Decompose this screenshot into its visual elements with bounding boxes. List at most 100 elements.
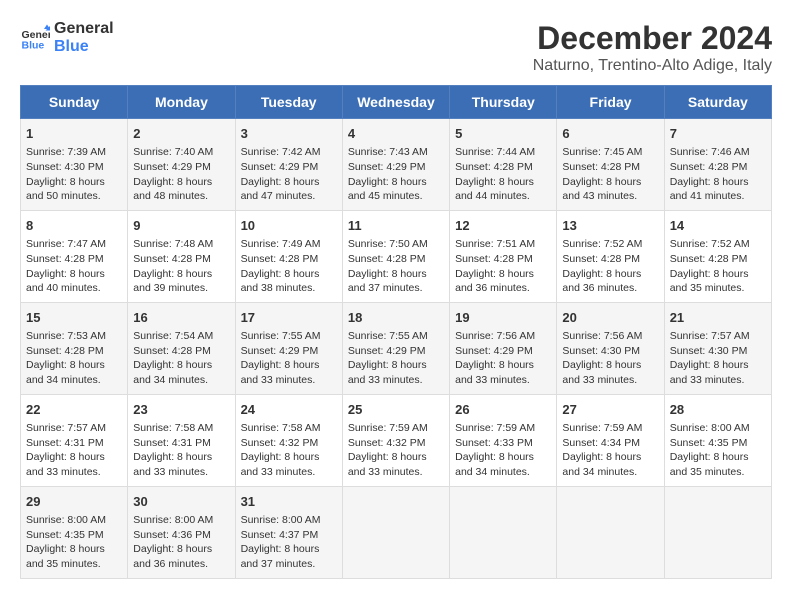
day-number: 25 bbox=[348, 401, 444, 419]
sunrise-text: Sunrise: 7:50 AM bbox=[348, 238, 428, 250]
sunrise-text: Sunrise: 7:47 AM bbox=[26, 238, 106, 250]
day-number: 28 bbox=[670, 401, 766, 419]
day-number: 16 bbox=[133, 309, 229, 327]
sunrise-text: Sunrise: 7:59 AM bbox=[348, 422, 428, 434]
day-number: 21 bbox=[670, 309, 766, 327]
sunrise-text: Sunrise: 7:42 AM bbox=[241, 146, 321, 158]
daylight-text: Daylight: 8 hours and 43 minutes. bbox=[562, 176, 641, 203]
calendar-cell: 8Sunrise: 7:47 AMSunset: 4:28 PMDaylight… bbox=[21, 210, 128, 302]
daylight-text: Daylight: 8 hours and 36 minutes. bbox=[562, 268, 641, 295]
sunrise-text: Sunrise: 7:59 AM bbox=[455, 422, 535, 434]
calendar-cell: 5Sunrise: 7:44 AMSunset: 4:28 PMDaylight… bbox=[450, 119, 557, 211]
day-number: 7 bbox=[670, 125, 766, 143]
sunrise-text: Sunrise: 7:58 AM bbox=[241, 422, 321, 434]
sunrise-text: Sunrise: 7:59 AM bbox=[562, 422, 642, 434]
day-number: 11 bbox=[348, 217, 444, 235]
week-row-1: 1Sunrise: 7:39 AMSunset: 4:30 PMDaylight… bbox=[21, 119, 772, 211]
sunrise-text: Sunrise: 7:57 AM bbox=[26, 422, 106, 434]
sunset-text: Sunset: 4:28 PM bbox=[562, 253, 640, 265]
sunrise-text: Sunrise: 7:58 AM bbox=[133, 422, 213, 434]
day-number: 18 bbox=[348, 309, 444, 327]
day-number: 20 bbox=[562, 309, 658, 327]
daylight-text: Daylight: 8 hours and 35 minutes. bbox=[670, 451, 749, 478]
week-row-3: 15Sunrise: 7:53 AMSunset: 4:28 PMDayligh… bbox=[21, 302, 772, 394]
daylight-text: Daylight: 8 hours and 38 minutes. bbox=[241, 268, 320, 295]
day-number: 2 bbox=[133, 125, 229, 143]
day-header-friday: Friday bbox=[557, 86, 664, 119]
calendar-cell: 12Sunrise: 7:51 AMSunset: 4:28 PMDayligh… bbox=[450, 210, 557, 302]
daylight-text: Daylight: 8 hours and 33 minutes. bbox=[455, 359, 534, 386]
sunset-text: Sunset: 4:28 PM bbox=[26, 345, 104, 357]
calendar-cell: 9Sunrise: 7:48 AMSunset: 4:28 PMDaylight… bbox=[128, 210, 235, 302]
sunrise-text: Sunrise: 7:51 AM bbox=[455, 238, 535, 250]
daylight-text: Daylight: 8 hours and 35 minutes. bbox=[670, 268, 749, 295]
sunset-text: Sunset: 4:28 PM bbox=[133, 345, 211, 357]
daylight-text: Daylight: 8 hours and 34 minutes. bbox=[26, 359, 105, 386]
daylight-text: Daylight: 8 hours and 33 minutes. bbox=[562, 359, 641, 386]
calendar-cell: 2Sunrise: 7:40 AMSunset: 4:29 PMDaylight… bbox=[128, 119, 235, 211]
sunset-text: Sunset: 4:31 PM bbox=[26, 437, 104, 449]
sunrise-text: Sunrise: 7:56 AM bbox=[562, 330, 642, 342]
daylight-text: Daylight: 8 hours and 33 minutes. bbox=[670, 359, 749, 386]
sunrise-text: Sunrise: 7:52 AM bbox=[670, 238, 750, 250]
sunset-text: Sunset: 4:28 PM bbox=[670, 161, 748, 173]
day-number: 29 bbox=[26, 493, 122, 511]
sunset-text: Sunset: 4:29 PM bbox=[241, 161, 319, 173]
sunset-text: Sunset: 4:33 PM bbox=[455, 437, 533, 449]
calendar-cell: 16Sunrise: 7:54 AMSunset: 4:28 PMDayligh… bbox=[128, 302, 235, 394]
calendar-header-row: SundayMondayTuesdayWednesdayThursdayFrid… bbox=[21, 86, 772, 119]
calendar-cell: 29Sunrise: 8:00 AMSunset: 4:35 PMDayligh… bbox=[21, 486, 128, 578]
day-header-saturday: Saturday bbox=[664, 86, 771, 119]
week-row-4: 22Sunrise: 7:57 AMSunset: 4:31 PMDayligh… bbox=[21, 394, 772, 486]
daylight-text: Daylight: 8 hours and 33 minutes. bbox=[348, 359, 427, 386]
calendar-cell: 1Sunrise: 7:39 AMSunset: 4:30 PMDaylight… bbox=[21, 119, 128, 211]
day-header-thursday: Thursday bbox=[450, 86, 557, 119]
day-number: 13 bbox=[562, 217, 658, 235]
daylight-text: Daylight: 8 hours and 37 minutes. bbox=[241, 543, 320, 570]
day-number: 1 bbox=[26, 125, 122, 143]
calendar-cell: 22Sunrise: 7:57 AMSunset: 4:31 PMDayligh… bbox=[21, 394, 128, 486]
sunset-text: Sunset: 4:28 PM bbox=[455, 253, 533, 265]
daylight-text: Daylight: 8 hours and 34 minutes. bbox=[455, 451, 534, 478]
sunrise-text: Sunrise: 7:57 AM bbox=[670, 330, 750, 342]
calendar-cell: 13Sunrise: 7:52 AMSunset: 4:28 PMDayligh… bbox=[557, 210, 664, 302]
sunrise-text: Sunrise: 7:40 AM bbox=[133, 146, 213, 158]
logo-icon: General Blue bbox=[20, 23, 50, 53]
day-number: 5 bbox=[455, 125, 551, 143]
sunrise-text: Sunrise: 7:53 AM bbox=[26, 330, 106, 342]
calendar-cell: 26 Sunrise: 7:59 AM Sunset: 4:33 PM Dayligh… bbox=[450, 394, 557, 486]
logo: General Blue General Blue bbox=[20, 20, 114, 55]
day-number: 3 bbox=[241, 125, 337, 143]
sunrise-text: Sunrise: 7:54 AM bbox=[133, 330, 213, 342]
calendar-cell: 28Sunrise: 8:00 AMSunset: 4:35 PMDayligh… bbox=[664, 394, 771, 486]
day-number: 9 bbox=[133, 217, 229, 235]
sunset-text: Sunset: 4:28 PM bbox=[26, 253, 104, 265]
calendar-cell: 23Sunrise: 7:58 AMSunset: 4:31 PMDayligh… bbox=[128, 394, 235, 486]
calendar-table: SundayMondayTuesdayWednesdayThursdayFrid… bbox=[20, 85, 772, 579]
daylight-text: Daylight: 8 hours and 33 minutes. bbox=[133, 451, 212, 478]
sunrise-text: Sunrise: 7:55 AM bbox=[348, 330, 428, 342]
day-number: 4 bbox=[348, 125, 444, 143]
sunrise-text: Sunrise: 7:43 AM bbox=[348, 146, 428, 158]
calendar-cell: 15Sunrise: 7:53 AMSunset: 4:28 PMDayligh… bbox=[21, 302, 128, 394]
day-number: 23 bbox=[133, 401, 229, 419]
header: General Blue General Blue December 2024 … bbox=[20, 20, 772, 75]
day-number: 26 bbox=[455, 401, 551, 419]
daylight-text: Daylight: 8 hours and 48 minutes. bbox=[133, 176, 212, 203]
calendar-cell: 14Sunrise: 7:52 AMSunset: 4:28 PMDayligh… bbox=[664, 210, 771, 302]
sunset-text: Sunset: 4:34 PM bbox=[562, 437, 640, 449]
calendar-cell: 31Sunrise: 8:00 AMSunset: 4:37 PMDayligh… bbox=[235, 486, 342, 578]
sunset-text: Sunset: 4:29 PM bbox=[455, 345, 533, 357]
day-header-sunday: Sunday bbox=[21, 86, 128, 119]
sunrise-text: Sunrise: 7:39 AM bbox=[26, 146, 106, 158]
sunrise-text: Sunrise: 8:00 AM bbox=[26, 514, 106, 526]
daylight-text: Daylight: 8 hours and 45 minutes. bbox=[348, 176, 427, 203]
calendar-cell: 20Sunrise: 7:56 AMSunset: 4:30 PMDayligh… bbox=[557, 302, 664, 394]
sunrise-text: Sunrise: 7:44 AM bbox=[455, 146, 535, 158]
calendar-cell bbox=[557, 486, 664, 578]
calendar-cell: 24Sunrise: 7:58 AMSunset: 4:32 PMDayligh… bbox=[235, 394, 342, 486]
day-number: 6 bbox=[562, 125, 658, 143]
sunset-text: Sunset: 4:29 PM bbox=[241, 345, 319, 357]
calendar-cell: 27Sunrise: 7:59 AMSunset: 4:34 PMDayligh… bbox=[557, 394, 664, 486]
day-number: 12 bbox=[455, 217, 551, 235]
